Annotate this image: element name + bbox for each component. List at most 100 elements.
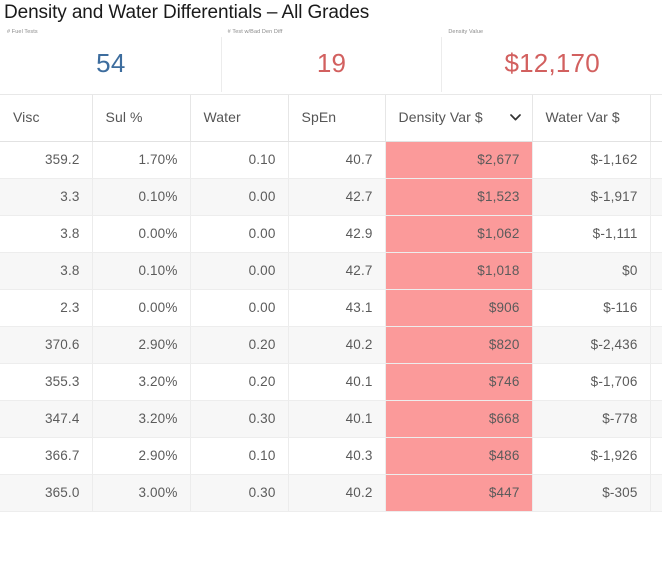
kpi-card-bad-den-diff[interactable]: # Test w/Bad Den Diff 19: [220, 27, 442, 94]
column-header-overflow: [650, 95, 662, 142]
cell-sul: 3.20%: [92, 363, 191, 401]
cell-wvar: $-778: [532, 400, 651, 438]
cell-wvar: $0: [532, 252, 651, 290]
cell-water: 0.20: [190, 326, 289, 364]
kpi-label: # Test w/Bad Den Diff: [227, 29, 283, 35]
cell-wvar: $-1,917: [532, 178, 651, 216]
column-header-sul[interactable]: Sul %: [92, 95, 191, 142]
cell-visc: 359.2: [0, 141, 93, 179]
cell-spen: 43.1: [288, 289, 386, 327]
cell-wvar: $-116: [532, 289, 651, 327]
table-row[interactable]: 3.3 0.10% 0.00 42.7 $1,523 $-1,917: [0, 178, 662, 216]
table-row[interactable]: 3.8 0.10% 0.00 42.7 $1,018 $0: [0, 252, 662, 290]
table-row[interactable]: 3.8 0.00% 0.00 42.9 $1,062 $-1,111: [0, 215, 662, 253]
chevron-down-icon[interactable]: [509, 114, 521, 121]
table-body: 359.2 1.70% 0.10 40.7 $2,677 $-1,162 3.3 0.10% 0…: [0, 141, 662, 512]
cell-overflow: [650, 400, 662, 438]
cell-sul: 0.00%: [92, 215, 191, 253]
cell-dvar: $746: [385, 363, 533, 401]
column-header-spen[interactable]: SpEn: [288, 95, 386, 142]
cell-visc: 3.8: [0, 215, 93, 253]
cell-dvar: $1,018: [385, 252, 533, 290]
cell-spen: 40.3: [288, 437, 386, 475]
cell-overflow: [650, 474, 662, 512]
cell-water: 0.00: [190, 215, 289, 253]
cell-sul: 3.00%: [92, 474, 191, 512]
cell-spen: 40.2: [288, 326, 386, 364]
report-container: Density and Water Differentials – All Gr…: [0, 0, 662, 563]
column-header-density-var[interactable]: Density Var $: [385, 95, 533, 142]
cell-visc: 3.3: [0, 178, 93, 216]
kpi-strip: # Fuel Tests 54 # Test w/Bad Den Diff 19…: [0, 27, 662, 95]
cell-wvar: $-1,926: [532, 437, 651, 475]
cell-dvar: $1,523: [385, 178, 533, 216]
cell-visc: 2.3: [0, 289, 93, 327]
cell-overflow: [650, 141, 662, 179]
cell-overflow: [650, 437, 662, 475]
cell-visc: 347.4: [0, 400, 93, 438]
kpi-card-density-value[interactable]: Density Value $12,170: [441, 27, 662, 94]
kpi-label: # Fuel Tests: [7, 29, 38, 35]
cell-overflow: [650, 252, 662, 290]
cell-dvar: $2,677: [385, 141, 533, 179]
table-header-row: Visc Sul % Water SpEn Density Var $ Wate…: [0, 95, 662, 142]
cell-spen: 42.7: [288, 178, 386, 216]
kpi-card-fuel-tests[interactable]: # Fuel Tests 54: [0, 27, 221, 94]
page-title: Density and Water Differentials – All Gr…: [4, 2, 370, 23]
cell-overflow: [650, 178, 662, 216]
table-row[interactable]: 2.3 0.00% 0.00 43.1 $906 $-116: [0, 289, 662, 327]
kpi-value: 54: [96, 47, 126, 78]
table-row[interactable]: 347.4 3.20% 0.30 40.1 $668 $-778: [0, 400, 662, 438]
cell-overflow: [650, 363, 662, 401]
cell-water: 0.30: [190, 400, 289, 438]
column-header-water-var[interactable]: Water Var $: [532, 95, 651, 142]
cell-spen: 40.2: [288, 474, 386, 512]
cell-spen: 40.1: [288, 400, 386, 438]
cell-water: 0.00: [190, 289, 289, 327]
kpi-value: $12,170: [504, 47, 600, 78]
cell-water: 0.10: [190, 141, 289, 179]
cell-dvar: $668: [385, 400, 533, 438]
cell-sul: 2.90%: [92, 437, 191, 475]
cell-spen: 42.7: [288, 252, 386, 290]
cell-dvar: $1,062: [385, 215, 533, 253]
cell-sul: 1.70%: [92, 141, 191, 179]
cell-dvar: $820: [385, 326, 533, 364]
column-header-visc[interactable]: Visc: [0, 95, 93, 142]
cell-wvar: $-305: [532, 474, 651, 512]
cell-wvar: $-1,162: [532, 141, 651, 179]
cell-wvar: $-1,111: [532, 215, 651, 253]
cell-dvar: $447: [385, 474, 533, 512]
cell-dvar: $486: [385, 437, 533, 475]
table-row[interactable]: 355.3 3.20% 0.20 40.1 $746 $-1,706: [0, 363, 662, 401]
kpi-value: 19: [316, 47, 347, 78]
table-row[interactable]: 365.0 3.00% 0.30 40.2 $447 $-305: [0, 474, 662, 512]
table-row[interactable]: 366.7 2.90% 0.10 40.3 $486 $-1,926: [0, 437, 662, 475]
cell-water: 0.00: [190, 178, 289, 216]
data-grid: Visc Sul % Water SpEn Density Var $ Wate…: [0, 95, 662, 512]
cell-visc: 365.0: [0, 474, 93, 512]
cell-sul: 0.10%: [92, 252, 191, 290]
cell-overflow: [650, 326, 662, 364]
cell-sul: 3.20%: [92, 400, 191, 438]
cell-overflow: [650, 289, 662, 327]
column-header-label: Density Var $: [398, 109, 483, 125]
cell-wvar: $-1,706: [532, 363, 651, 401]
cell-water: 0.00: [190, 252, 289, 290]
cell-visc: 370.6: [0, 326, 93, 364]
cell-sul: 0.10%: [92, 178, 191, 216]
table-row[interactable]: 359.2 1.70% 0.10 40.7 $2,677 $-1,162: [0, 141, 662, 179]
cell-dvar: $906: [385, 289, 533, 327]
table-row[interactable]: 370.6 2.90% 0.20 40.2 $820 $-2,436: [0, 326, 662, 364]
cell-water: 0.30: [190, 474, 289, 512]
cell-spen: 40.7: [288, 141, 386, 179]
data-grid-container: Visc Sul % Water SpEn Density Var $ Wate…: [0, 95, 662, 563]
cell-visc: 366.7: [0, 437, 93, 475]
cell-overflow: [650, 215, 662, 253]
cell-visc: 3.8: [0, 252, 93, 290]
cell-sul: 2.90%: [92, 326, 191, 364]
column-header-water[interactable]: Water: [190, 95, 289, 142]
cell-spen: 40.1: [288, 363, 386, 401]
cell-water: 0.20: [190, 363, 289, 401]
cell-sul: 0.00%: [92, 289, 191, 327]
